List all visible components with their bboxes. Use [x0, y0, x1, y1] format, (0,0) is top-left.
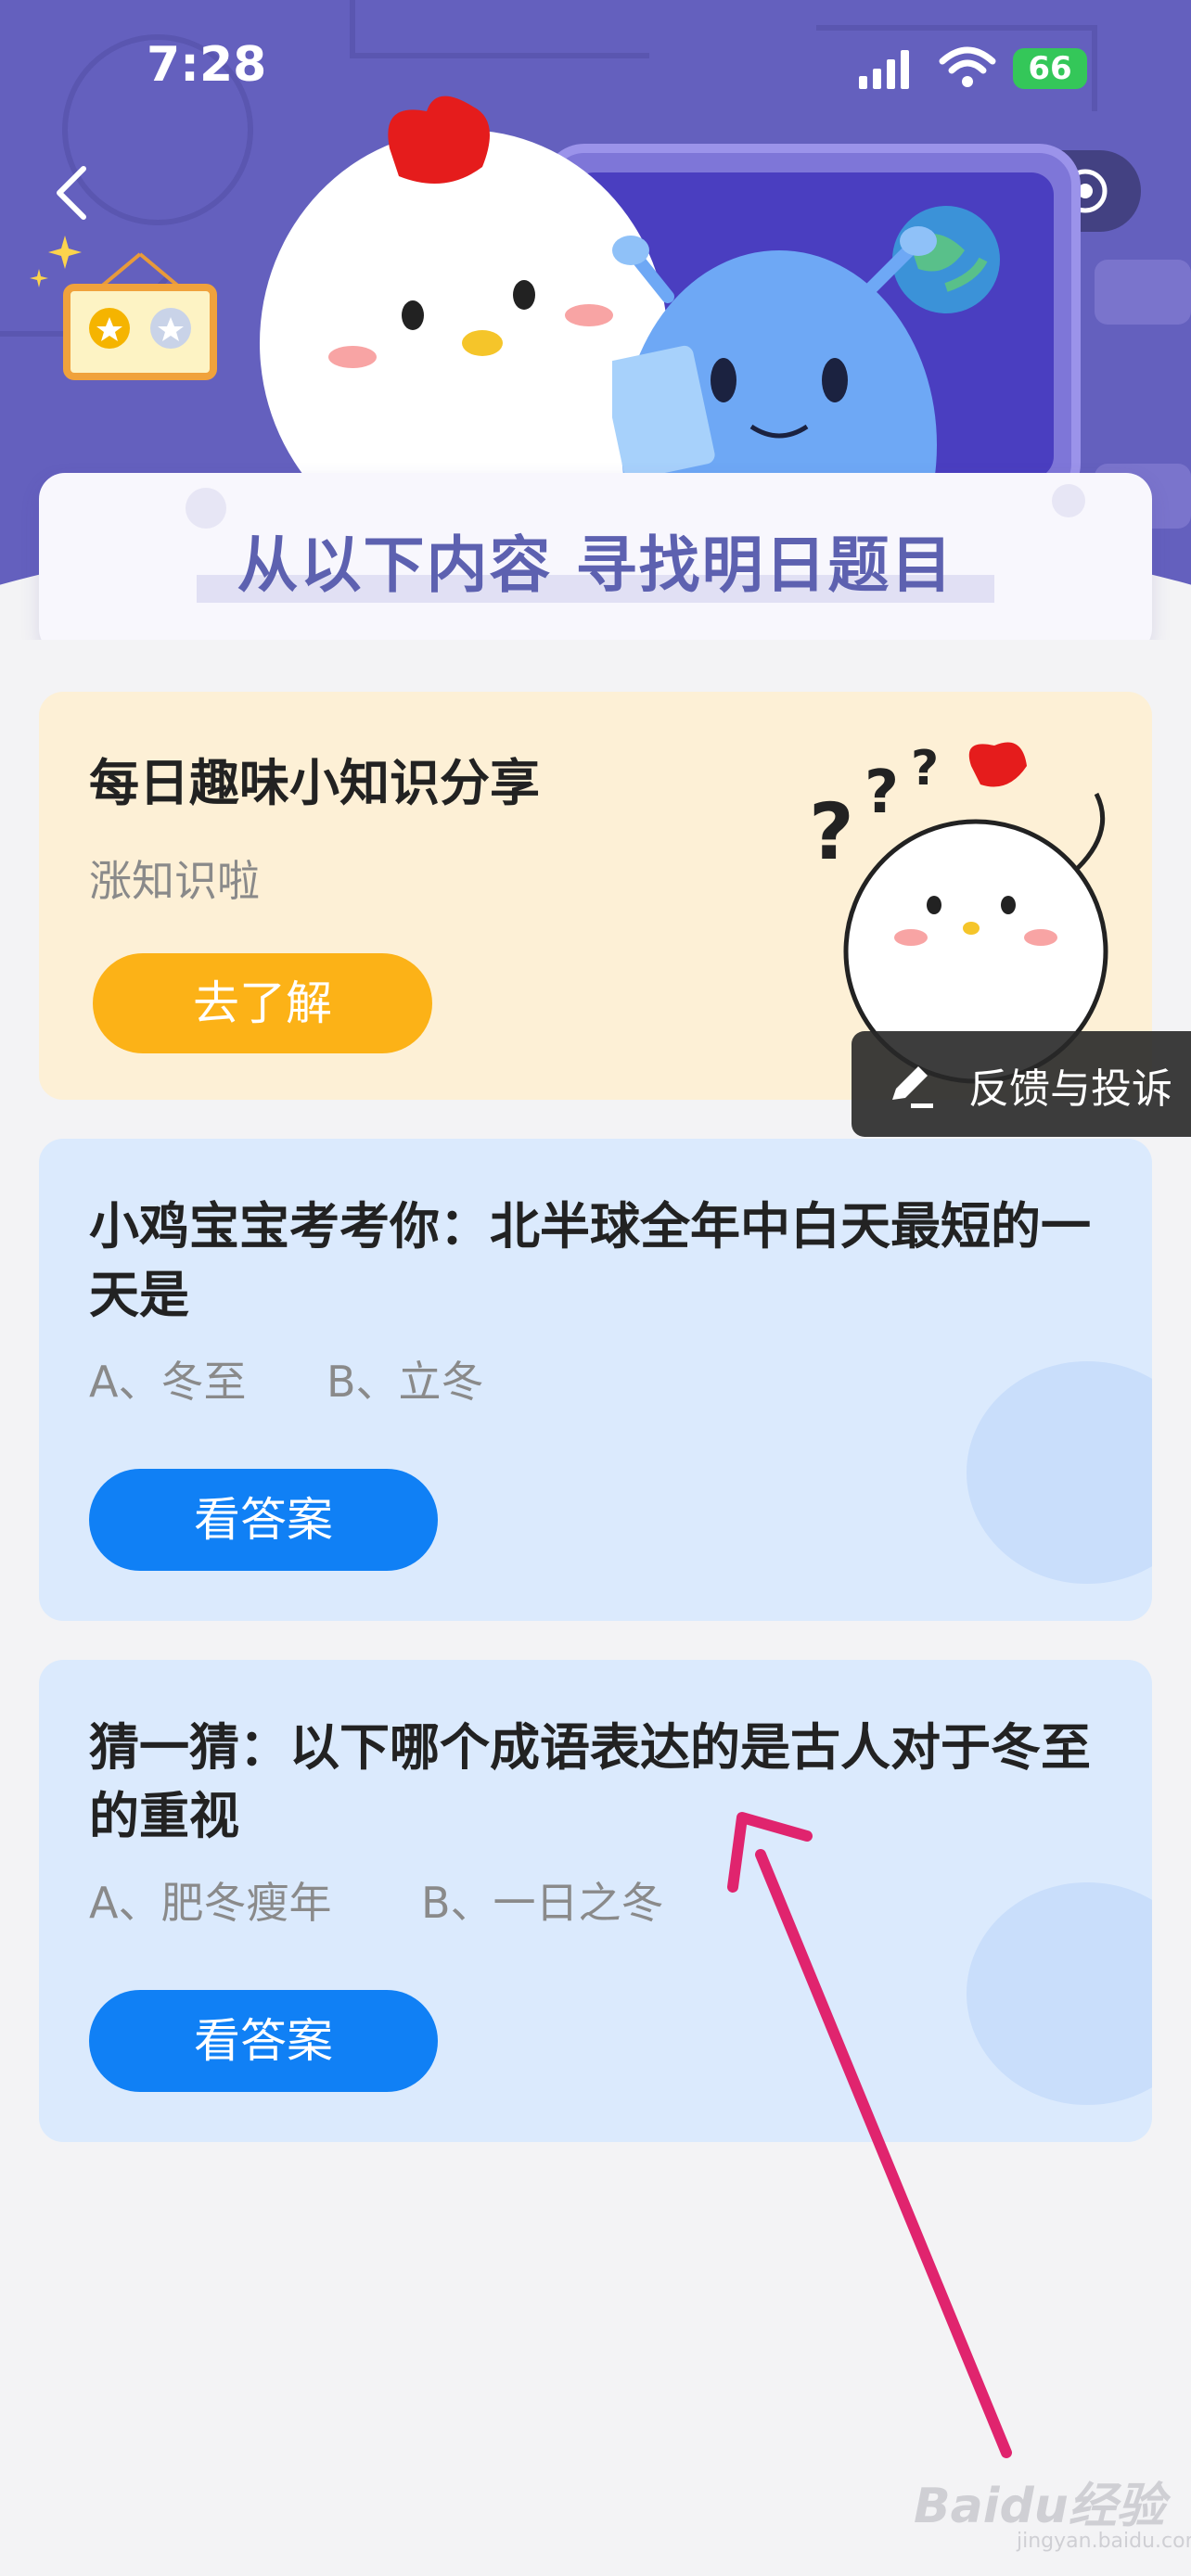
- wifi-icon: [939, 46, 996, 87]
- svg-text:?: ?: [809, 786, 854, 877]
- battery-indicator: 66: [1013, 48, 1087, 89]
- view-answer-button[interactable]: 看答案: [89, 1990, 438, 2092]
- section-banner: 从以下内容 寻找明日题目: [39, 473, 1152, 640]
- option-a: A、肥冬瘦年: [89, 1878, 332, 1928]
- watermark-url: jingyan.baidu.com: [1017, 2530, 1191, 2553]
- alien-mascot-illustration: [612, 226, 937, 491]
- hero-header: 7:28 66 从以下内容 寻找明日题目: [0, 0, 1191, 640]
- cellular-signal-icon: [859, 50, 909, 89]
- view-answer-button[interactable]: 看答案: [89, 1469, 438, 1571]
- option-b: B、立冬: [327, 1357, 484, 1407]
- svg-text:?: ?: [911, 741, 939, 797]
- banner-title: 从以下内容 寻找明日题目: [237, 529, 954, 601]
- status-time: 7:28: [147, 37, 267, 93]
- watermark-brand: Baidu经验: [914, 2479, 1165, 2534]
- feedback-label: 反馈与投诉: [968, 1065, 1172, 1113]
- option-b: B、一日之冬: [421, 1878, 664, 1928]
- card-title: 小鸡宝宝考考你：北半球全年中白天最短的一天是: [89, 1197, 1091, 1324]
- card-question-1: 小鸡宝宝考考你：北半球全年中白天最短的一天是 A、冬至 B、立冬 看答案: [39, 1139, 1152, 1621]
- option-a: A、冬至: [89, 1357, 247, 1407]
- learn-more-button[interactable]: 去了解: [93, 953, 432, 1053]
- medal-frame-icon: [63, 252, 217, 380]
- feedback-button[interactable]: 反馈与投诉: [852, 1031, 1191, 1137]
- edit-pencil-icon: [892, 1066, 933, 1108]
- chat-bubble-deco-icon: [967, 1361, 1152, 1584]
- annotation-arrow: [727, 1812, 1012, 2458]
- back-icon[interactable]: [52, 165, 93, 221]
- card-subtitle: 涨知识啦: [89, 856, 260, 906]
- svg-text:?: ?: [864, 759, 899, 827]
